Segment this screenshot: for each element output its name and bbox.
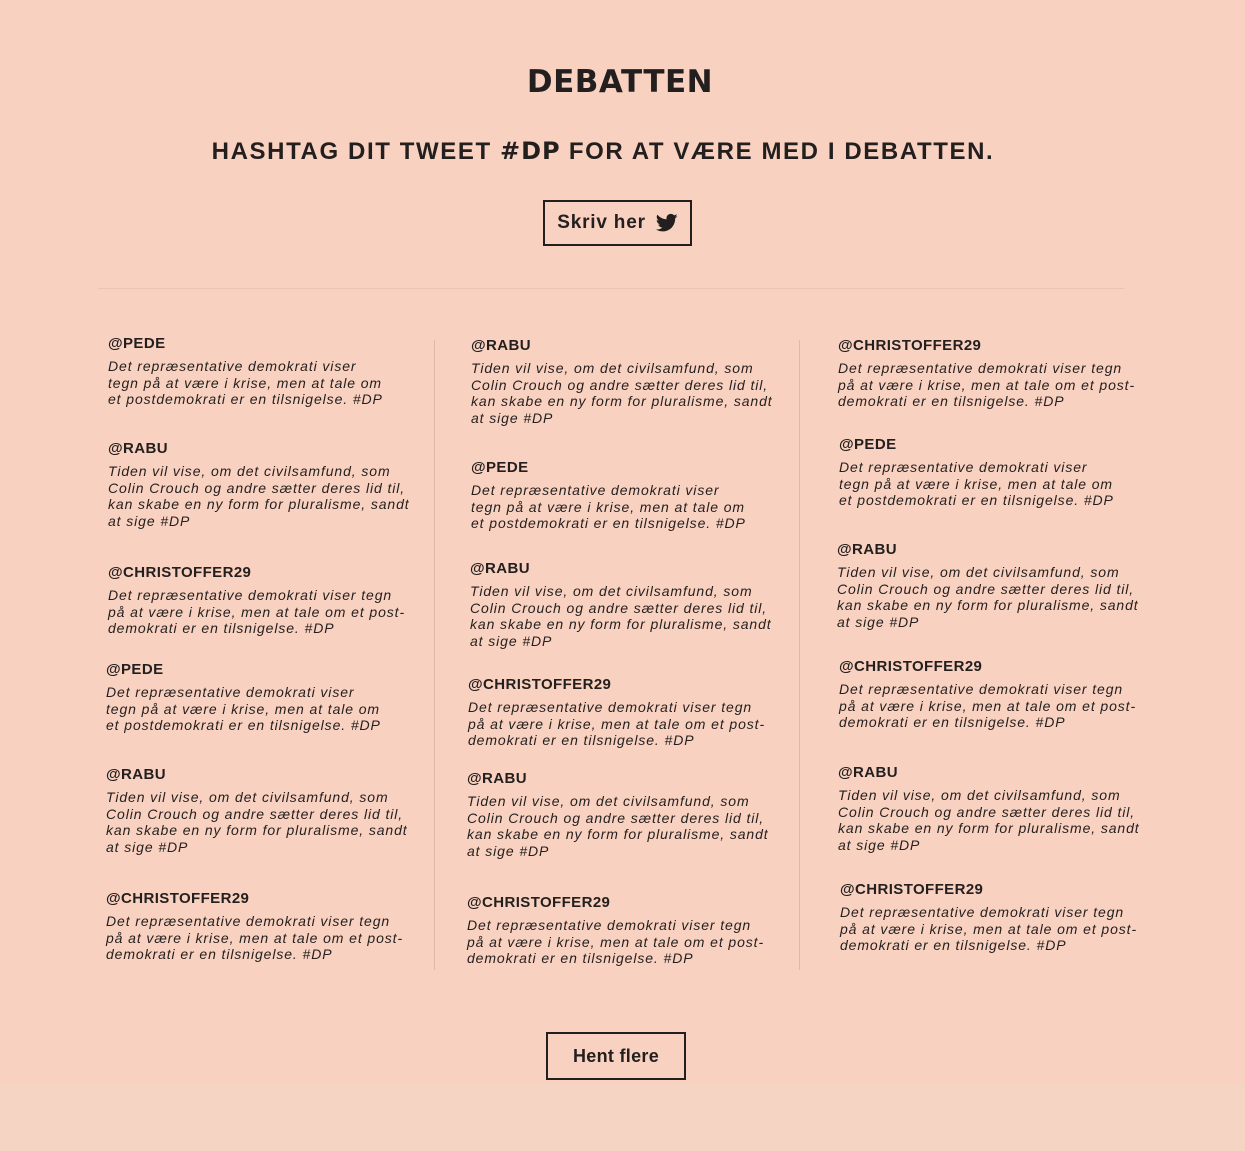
tweet-text: Tiden vil vise, om det civilsamfund, som… bbox=[108, 463, 410, 529]
tweet-handle[interactable]: @CHRISTOFFER29 bbox=[839, 658, 1136, 676]
tweet-text: Det repræsentative demokrati viser tegn … bbox=[839, 459, 1114, 509]
tweet-handle[interactable]: @PEDE bbox=[839, 436, 1114, 454]
tweet-text: Det repræsentative demokrati viser tegn … bbox=[839, 681, 1137, 731]
debate-section: DEBATTEN HASHTAG DIT TWEET #DP FOR AT VÆ… bbox=[0, 0, 1245, 1084]
tweet-card: @RABU Tiden vil vise, om det civilsamfun… bbox=[838, 764, 1140, 853]
tweet-card: @CHRISTOFFER29 Det repræsentative demokr… bbox=[108, 564, 405, 637]
tweet-handle[interactable]: @RABU bbox=[471, 337, 773, 355]
tweet-handle[interactable]: @CHRISTOFFER29 bbox=[467, 894, 764, 912]
tweet-handle[interactable]: @RABU bbox=[838, 764, 1140, 782]
tweet-card: @RABU Tiden vil vise, om det civilsamfun… bbox=[837, 541, 1139, 630]
tweet-handle[interactable]: @CHRISTOFFER29 bbox=[468, 676, 765, 694]
column-divider-2 bbox=[799, 340, 800, 970]
tweet-card: @CHRISTOFFER29 Det repræsentative demokr… bbox=[840, 881, 1137, 954]
tweet-text: Det repræsentative demokrati viser tegn … bbox=[840, 904, 1138, 954]
page-title: DEBATTEN bbox=[526, 64, 714, 100]
tweet-handle[interactable]: @RABU bbox=[467, 770, 769, 788]
tweet-text: Det repræsentative demokrati viser tegn … bbox=[468, 699, 766, 749]
section-divider bbox=[98, 288, 1124, 289]
tweet-card: @PEDE Det repræsentative demokrati viser… bbox=[471, 459, 746, 532]
write-tweet-label: Skriv her bbox=[557, 212, 646, 233]
tweet-handle[interactable]: @CHRISTOFFER29 bbox=[838, 337, 1135, 355]
tweet-handle[interactable]: @CHRISTOFFER29 bbox=[106, 890, 403, 908]
tweet-card: @CHRISTOFFER29 Det repræsentative demokr… bbox=[467, 894, 764, 967]
tweet-handle[interactable]: @RABU bbox=[106, 766, 408, 784]
tweet-handle[interactable]: @PEDE bbox=[106, 661, 381, 679]
tweet-text: Det repræsentative demokrati viser tegn … bbox=[838, 360, 1136, 410]
tweet-card: @RABU Tiden vil vise, om det civilsamfun… bbox=[470, 560, 772, 649]
tweet-card: @RABU Tiden vil vise, om det civilsamfun… bbox=[471, 337, 773, 426]
tweet-card: @CHRISTOFFER29 Det repræsentative demokr… bbox=[839, 658, 1136, 731]
twitter-bird-icon bbox=[655, 213, 678, 233]
tweet-text: Tiden vil vise, om det civilsamfund, som… bbox=[470, 583, 772, 649]
tweet-card: @CHRISTOFFER29 Det repræsentative demokr… bbox=[106, 890, 403, 963]
hashtag-instruction: HASHTAG DIT TWEET #DP FOR AT VÆRE MED I … bbox=[0, 137, 1206, 166]
tweet-text: Det repræsentative demokrati viser tegn … bbox=[108, 358, 383, 408]
tweet-text: Tiden vil vise, om det civilsamfund, som… bbox=[106, 789, 408, 855]
tweet-text: Tiden vil vise, om det civilsamfund, som… bbox=[467, 793, 769, 859]
tweet-card: @RABU Tiden vil vise, om det civilsamfun… bbox=[467, 770, 769, 859]
tweet-text: Tiden vil vise, om det civilsamfund, som… bbox=[837, 564, 1139, 630]
tweet-handle[interactable]: @RABU bbox=[470, 560, 772, 578]
subtitle-text-before: HASHTAG DIT TWEET bbox=[211, 138, 501, 165]
tweet-card: @PEDE Det repræsentative demokrati viser… bbox=[106, 661, 381, 734]
tweet-card: @CHRISTOFFER29 Det repræsentative demokr… bbox=[468, 676, 765, 749]
tweet-card: @PEDE Det repræsentative demokrati viser… bbox=[108, 335, 383, 408]
tweet-text: Det repræsentative demokrati viser tegn … bbox=[106, 684, 381, 734]
tweet-text: Det repræsentative demokrati viser tegn … bbox=[108, 587, 406, 637]
tweet-card: @CHRISTOFFER29 Det repræsentative demokr… bbox=[838, 337, 1135, 410]
load-more-button[interactable]: Hent flere bbox=[546, 1032, 686, 1080]
write-tweet-button[interactable]: Skriv her bbox=[543, 200, 692, 246]
tweet-card: @RABU Tiden vil vise, om det civilsamfun… bbox=[106, 766, 408, 855]
tweet-handle[interactable]: @RABU bbox=[837, 541, 1139, 559]
tweet-handle[interactable]: @CHRISTOFFER29 bbox=[840, 881, 1137, 899]
tweet-text: Tiden vil vise, om det civilsamfund, som… bbox=[471, 360, 773, 426]
tweet-handle[interactable]: @RABU bbox=[108, 440, 410, 458]
tweet-card: @RABU Tiden vil vise, om det civilsamfun… bbox=[108, 440, 410, 529]
tweet-card: @PEDE Det repræsentative demokrati viser… bbox=[839, 436, 1114, 509]
tweet-text: Det repræsentative demokrati viser tegn … bbox=[467, 917, 765, 967]
tweet-handle[interactable]: @CHRISTOFFER29 bbox=[108, 564, 405, 582]
tweet-text: Tiden vil vise, om det civilsamfund, som… bbox=[838, 787, 1140, 853]
column-divider-1 bbox=[434, 340, 435, 970]
tweet-text: Det repræsentative demokrati viser tegn … bbox=[471, 482, 746, 532]
tweet-text: Det repræsentative demokrati viser tegn … bbox=[106, 913, 404, 963]
hashtag-label: #DP bbox=[500, 137, 561, 165]
tweet-handle[interactable]: @PEDE bbox=[471, 459, 746, 477]
tweet-handle[interactable]: @PEDE bbox=[108, 335, 383, 353]
subtitle-text-after: FOR AT VÆRE MED I DEBATTEN. bbox=[560, 138, 995, 165]
